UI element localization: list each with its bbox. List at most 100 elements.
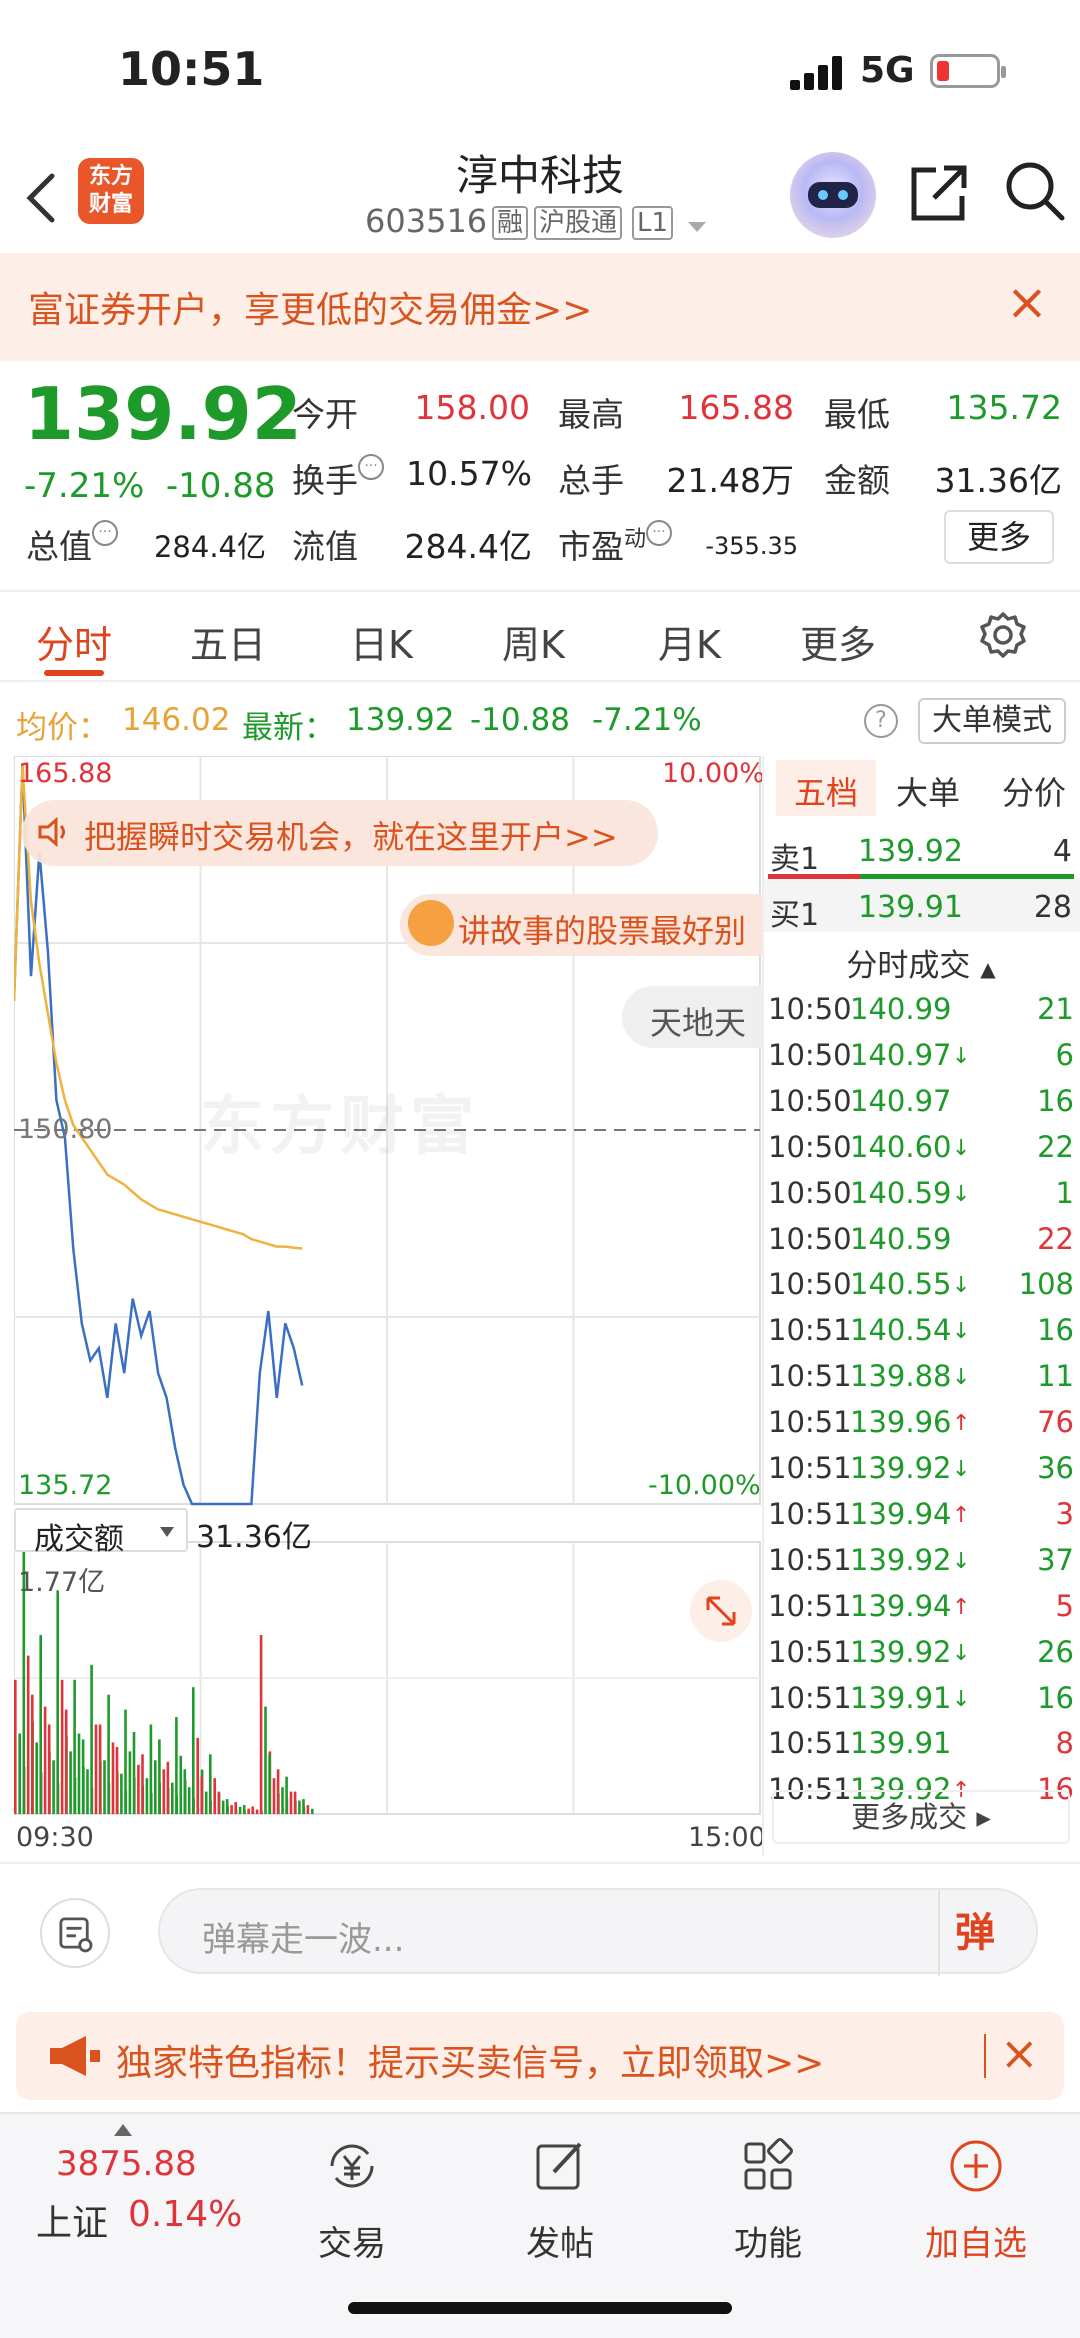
story-comment-pill[interactable]: 讲故事的股票最好别 xyxy=(400,894,762,956)
panel-divider xyxy=(762,756,764,1856)
expand-icon[interactable] xyxy=(690,1580,752,1642)
chart-low-label: 135.72 xyxy=(18,1470,113,1501)
volume-bar xyxy=(272,1778,276,1814)
trade-time: 10:51 xyxy=(768,1405,852,1440)
trade-row: 10:50 140.99 21 xyxy=(762,992,1080,1038)
trade-price: 140.59 xyxy=(850,1175,952,1210)
info-icon[interactable]: ··· xyxy=(358,454,384,480)
danmaku-comment-pill[interactable]: 天地天 xyxy=(622,986,762,1048)
chart-high-label: 165.88 xyxy=(18,758,113,789)
volume-bar xyxy=(132,1732,136,1814)
volume-bar xyxy=(171,1782,174,1814)
volume-bar xyxy=(14,1679,17,1814)
tab-monthly-k[interactable]: 月K xyxy=(658,614,721,669)
trade-volume: 16 xyxy=(1037,1313,1074,1348)
volume-bar xyxy=(285,1776,288,1814)
volume-bar xyxy=(103,1760,106,1814)
trade-time: 10:50 xyxy=(768,992,852,1026)
trades-title: 分时成交 xyxy=(846,948,971,984)
network-type: 5G xyxy=(860,50,915,91)
more-button[interactable]: 更多 xyxy=(944,510,1054,564)
assistant-robot-icon[interactable] xyxy=(790,152,876,238)
tab-five-levels[interactable]: 五档 xyxy=(794,768,858,814)
volume-bar xyxy=(31,1694,34,1814)
change-amount: -10.88 xyxy=(165,466,276,506)
danmaku-placeholder: 弹幕走一波... xyxy=(202,1920,405,1960)
danmaku-settings-icon[interactable] xyxy=(40,1898,110,1968)
current-price: 139.92 xyxy=(24,372,302,456)
trade-direction: ↓ xyxy=(952,1548,971,1574)
trade-price: 140.99 xyxy=(850,992,952,1026)
volume-bar xyxy=(73,1679,76,1814)
tag-stock-connect: 沪股通 xyxy=(534,206,623,240)
info-icon[interactable]: ··· xyxy=(92,520,118,546)
account-promo-banner[interactable]: 富证券开户，享更低的交易佣金>> × xyxy=(0,253,1080,361)
volume-metric-selector[interactable]: 成交额 xyxy=(14,1508,188,1557)
trade-volume: 16 xyxy=(1037,1680,1074,1715)
volume-bar xyxy=(77,1733,81,1814)
volume-bar xyxy=(94,1724,98,1814)
label-low: 最低 xyxy=(824,395,890,434)
dropdown-icon[interactable] xyxy=(688,222,706,232)
tab-big-orders[interactable]: 大单 xyxy=(896,768,960,814)
home-indicator xyxy=(348,2302,732,2314)
turnover-label-text: 换手 xyxy=(292,461,358,500)
share-icon[interactable] xyxy=(906,160,972,226)
big-order-mode-button[interactable]: 大单模式 xyxy=(918,698,1066,744)
trade-volume: 3 xyxy=(1055,1496,1074,1531)
more-trades-button[interactable]: 更多成交 ▸ xyxy=(772,1790,1070,1844)
chart-pct-up-label: 10.00% xyxy=(662,758,765,789)
trade-direction: ↑ xyxy=(952,1502,971,1528)
index-ticker[interactable]: 3875.88 上证 0.14% xyxy=(0,2114,242,2274)
trade-time: 10:51 xyxy=(768,1359,852,1394)
tab-five-day[interactable]: 五日 xyxy=(190,614,266,669)
close-icon[interactable]: × xyxy=(1006,273,1048,331)
trade-row: 10:51 139.94 ↑ 3 xyxy=(762,1497,1080,1543)
tab-weekly-k[interactable]: 周K xyxy=(502,614,565,669)
sort-up-icon: ▲ xyxy=(980,957,996,981)
info-icon[interactable]: ··· xyxy=(646,520,673,546)
trade-row: 10:50 140.55 ↓ 108 xyxy=(762,1267,1080,1313)
value-float-cap: 284.4亿 xyxy=(404,527,532,566)
price-change: -7.21% -10.88 xyxy=(24,466,276,506)
trade-direction: ↓ xyxy=(952,1273,971,1299)
danmaku-input[interactable]: 弹幕走一波... 弹 xyxy=(158,1888,1038,1976)
signal-promo-banner[interactable]: 独家特色指标！提示买卖信号，立即领取>> × xyxy=(16,2012,1064,2100)
change-pct: -7.21% xyxy=(24,466,145,506)
trade-price: 139.92 xyxy=(850,1451,952,1485)
close-icon[interactable]: × xyxy=(1000,2026,1039,2080)
trade-promo-pill[interactable]: 把握瞬时交易机会，就在这里开户>> xyxy=(22,800,658,866)
trade-row: 10:51 139.88 ↓ 11 xyxy=(762,1359,1080,1405)
tab-daily-k[interactable]: 日K xyxy=(350,614,413,669)
value-low: 135.72 xyxy=(946,388,1062,427)
help-icon[interactable]: ? xyxy=(864,704,898,738)
trade-row: 10:50 140.60 ↓ 22 xyxy=(762,1130,1080,1176)
send-danmaku-button[interactable]: 弹 xyxy=(940,1898,1010,1968)
tab-more[interactable]: 更多 xyxy=(800,614,876,669)
latest-label: 最新： xyxy=(242,710,335,746)
bid-ask-ratio-bar xyxy=(768,874,1074,879)
danmaku-bar: 弹幕走一波... 弹 xyxy=(0,1862,1080,1992)
trade-direction: ↓ xyxy=(952,1043,971,1069)
trade-price: 139.94 xyxy=(850,1496,952,1531)
value-open: 158.00 xyxy=(414,388,530,427)
search-icon[interactable] xyxy=(1002,158,1068,224)
volume-bar xyxy=(293,1791,297,1814)
avg-value: 146.02 xyxy=(122,702,231,738)
promo-divider xyxy=(984,2034,986,2078)
trade-time: 10:50 xyxy=(768,1129,852,1164)
trade-row: 10:51 139.91 8 xyxy=(762,1726,1080,1772)
status-time: 10:51 xyxy=(118,42,265,96)
tab-intraday[interactable]: 分时 xyxy=(36,614,112,669)
trade-time: 10:51 xyxy=(768,1451,852,1485)
trade-price: 139.91 xyxy=(850,1680,952,1715)
volume-bar xyxy=(183,1769,187,1814)
buy-volume: 28 xyxy=(1033,890,1072,925)
gear-icon[interactable] xyxy=(978,610,1028,660)
tab-price-dist[interactable]: 分价 xyxy=(1002,768,1066,814)
trades-header[interactable]: 分时成交 ▲ xyxy=(762,940,1080,985)
volume-bar xyxy=(107,1694,110,1814)
volume-bar xyxy=(141,1754,144,1814)
volume-bar xyxy=(255,1809,259,1814)
trade-row: 10:51 139.96 ↑ 76 xyxy=(762,1405,1080,1451)
